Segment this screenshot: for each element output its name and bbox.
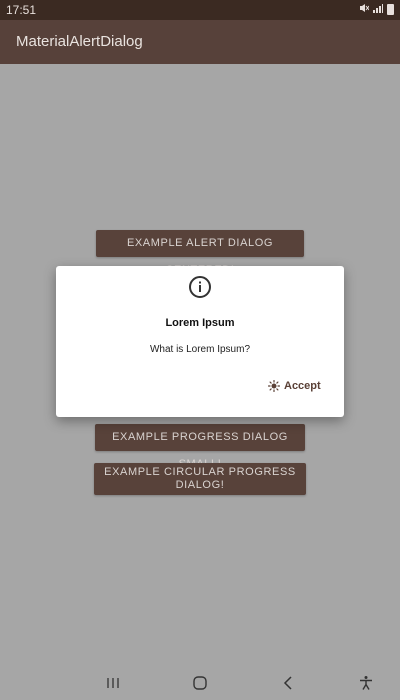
recents-icon[interactable]: [105, 675, 121, 691]
dialog-message: What is Lorem Ipsum?: [149, 344, 251, 355]
alert-dialog-centered-button[interactable]: EXAMPLE ALERT DIALOG CENTERED!: [96, 230, 304, 276]
signal-icon: [373, 3, 383, 16]
app-bar: MaterialAlertDialog: [0, 20, 400, 64]
progress-dialog-small-button[interactable]: EXAMPLE PROGRESS DIALOG SMALL!: [95, 424, 305, 470]
navigation-bar: [0, 666, 400, 700]
accept-label: Accept: [284, 380, 321, 392]
circular-progress-button-line1: EXAMPLE CIRCULAR PROGRESS: [104, 466, 296, 478]
circular-progress-dialog-button[interactable]: EXAMPLE CIRCULAR PROGRESS DIALOG!: [94, 463, 306, 495]
accept-button[interactable]: Accept: [267, 378, 321, 394]
accessibility-icon[interactable]: [358, 675, 374, 691]
status-icons: [359, 3, 394, 16]
dialog-title: Lorem Ipsum: [165, 317, 235, 329]
home-icon[interactable]: [192, 675, 208, 691]
back-icon[interactable]: [281, 675, 297, 691]
circular-progress-button-line2: DIALOG!: [175, 479, 225, 491]
info-icon: [188, 275, 212, 299]
alert-dialog: Lorem Ipsum What is Lorem Ipsum? Accept: [56, 266, 344, 417]
brightness-icon: [267, 379, 281, 393]
mute-icon: [359, 3, 370, 16]
status-bar: 17:51: [0, 0, 400, 20]
app-title: MaterialAlertDialog: [16, 33, 143, 50]
battery-icon: [387, 4, 394, 15]
status-time: 17:51: [6, 3, 37, 17]
